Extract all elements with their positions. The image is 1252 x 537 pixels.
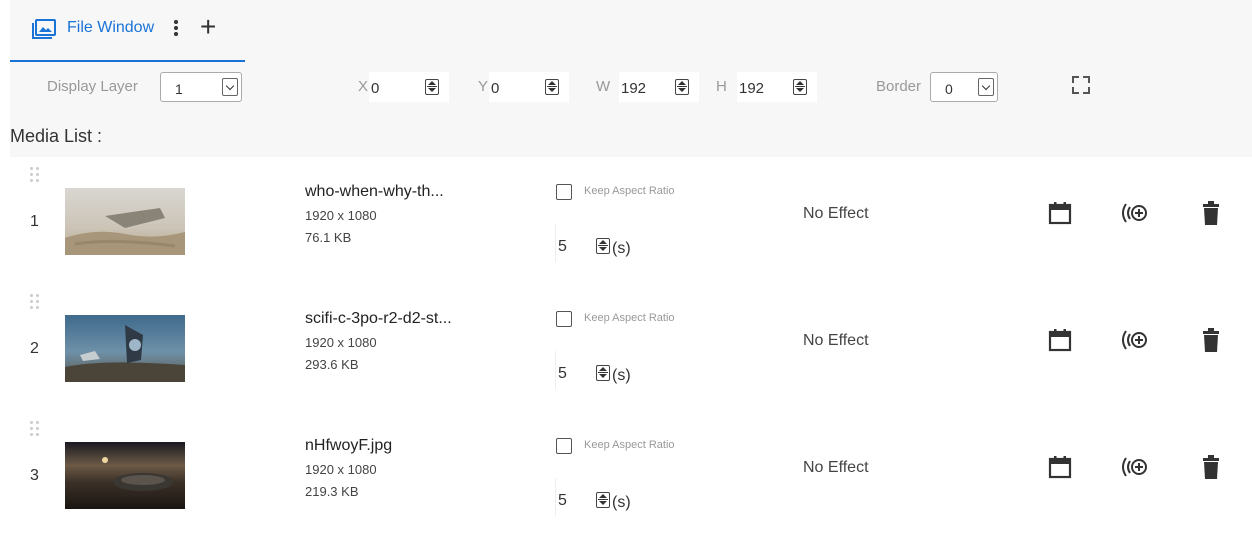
trash-icon[interactable] — [1202, 455, 1220, 479]
calendar-icon[interactable] — [1048, 201, 1072, 225]
duration-unit: (s) — [612, 240, 631, 257]
border-value: 0 — [945, 81, 953, 97]
w-input[interactable]: 192 — [619, 72, 699, 102]
border-label: Border — [876, 78, 922, 95]
media-resolution: 1920 x 1080 — [305, 208, 377, 223]
effect-select[interactable]: No Effect — [803, 459, 869, 477]
window-header: File Window + Display Layer 1 X 0 Y 0 W … — [10, 0, 1252, 157]
chevron-down-icon — [978, 78, 994, 96]
drag-handle-icon[interactable] — [30, 167, 42, 183]
calendar-icon[interactable] — [1048, 455, 1072, 479]
add-tab-button[interactable]: + — [200, 13, 216, 41]
media-file-size: 219.3 KB — [305, 484, 359, 499]
media-thumbnail — [65, 315, 185, 382]
keep-aspect-label: Keep Aspect Ratio — [584, 312, 675, 324]
w-value: 192 — [621, 80, 647, 97]
h-input[interactable]: 192 — [737, 72, 817, 102]
media-index: 1 — [30, 213, 39, 230]
duration-unit: (s) — [612, 494, 631, 511]
duration-unit: (s) — [612, 367, 631, 384]
keep-aspect-label: Keep Aspect Ratio — [584, 439, 675, 451]
media-row[interactable]: 2 scifi-c-3po-r2-d2-st... 1920 x 1080 29… — [10, 284, 1252, 410]
x-stepper-icon[interactable] — [425, 79, 439, 95]
duration-input[interactable]: 5 — [555, 478, 616, 516]
display-layer-select[interactable]: 1 — [160, 72, 242, 102]
h-label: H — [716, 78, 727, 95]
layout-controls: Display Layer 1 X 0 Y 0 W 192 H 192 Bord… — [10, 70, 1252, 106]
w-label: W — [596, 78, 611, 95]
x-label: X — [358, 78, 369, 95]
media-file-name: nHfwoyF.jpg — [305, 437, 393, 454]
add-cast-icon[interactable] — [1120, 455, 1148, 479]
media-list-title: Media List : — [10, 126, 103, 146]
chevron-down-icon — [222, 78, 238, 96]
y-input[interactable]: 0 — [489, 72, 569, 102]
tab-label: File Window — [67, 19, 155, 36]
media-resolution: 1920 x 1080 — [305, 462, 377, 477]
border-select[interactable]: 0 — [930, 72, 998, 102]
media-row[interactable]: 1 who-when-why-th... 1920 x 1080 76.1 KB… — [10, 157, 1252, 283]
x-value: 0 — [371, 80, 380, 97]
trash-icon[interactable] — [1202, 328, 1220, 352]
media-thumbnail — [65, 442, 185, 509]
display-layer-value: 1 — [175, 81, 183, 97]
drag-handle-icon[interactable] — [30, 421, 42, 437]
duration-input[interactable]: 5 — [555, 351, 616, 389]
duration-input[interactable]: 5 — [555, 224, 616, 262]
media-thumbnail — [65, 188, 185, 255]
duration-stepper-icon[interactable] — [596, 492, 610, 508]
display-layer-label: Display Layer — [47, 78, 138, 95]
effect-select[interactable]: No Effect — [803, 205, 869, 223]
y-label: Y — [478, 78, 489, 95]
y-value: 0 — [491, 80, 500, 97]
x-input[interactable]: 0 — [369, 72, 449, 102]
more-vert-icon[interactable] — [173, 18, 179, 38]
media-file-size: 76.1 KB — [305, 230, 352, 245]
media-file-name: who-when-why-th... — [305, 183, 444, 200]
tab-file-window[interactable]: File Window + — [10, 0, 245, 62]
duration-stepper-icon[interactable] — [596, 238, 610, 254]
media-index: 3 — [30, 467, 39, 484]
expand-icon[interactable] — [1072, 76, 1090, 94]
y-stepper-icon[interactable] — [545, 79, 559, 95]
media-file-name: scifi-c-3po-r2-d2-st... — [305, 310, 452, 327]
effect-select[interactable]: No Effect — [803, 332, 869, 350]
w-stepper-icon[interactable] — [675, 79, 689, 95]
media-index: 2 — [30, 340, 39, 357]
tab-bar: File Window + — [10, 0, 1252, 62]
duration-value: 5 — [558, 365, 567, 382]
add-cast-icon[interactable] — [1120, 201, 1148, 225]
h-value: 192 — [739, 80, 765, 97]
drag-handle-icon[interactable] — [30, 294, 42, 310]
calendar-icon[interactable] — [1048, 328, 1072, 352]
add-cast-icon[interactable] — [1120, 328, 1148, 352]
media-row[interactable]: 3 nHfwoyF.jpg 1920 x 1080 219.3 KB Keep … — [10, 411, 1252, 537]
keep-aspect-checkbox[interactable] — [556, 438, 572, 454]
h-stepper-icon[interactable] — [793, 79, 807, 95]
duration-stepper-icon[interactable] — [596, 365, 610, 381]
keep-aspect-checkbox[interactable] — [556, 184, 572, 200]
trash-icon[interactable] — [1202, 201, 1220, 225]
duration-value: 5 — [558, 238, 567, 255]
media-resolution: 1920 x 1080 — [305, 335, 377, 350]
keep-aspect-label: Keep Aspect Ratio — [584, 185, 675, 197]
image-window-icon — [32, 19, 56, 39]
duration-value: 5 — [558, 492, 567, 509]
keep-aspect-checkbox[interactable] — [556, 311, 572, 327]
media-file-size: 293.6 KB — [305, 357, 359, 372]
